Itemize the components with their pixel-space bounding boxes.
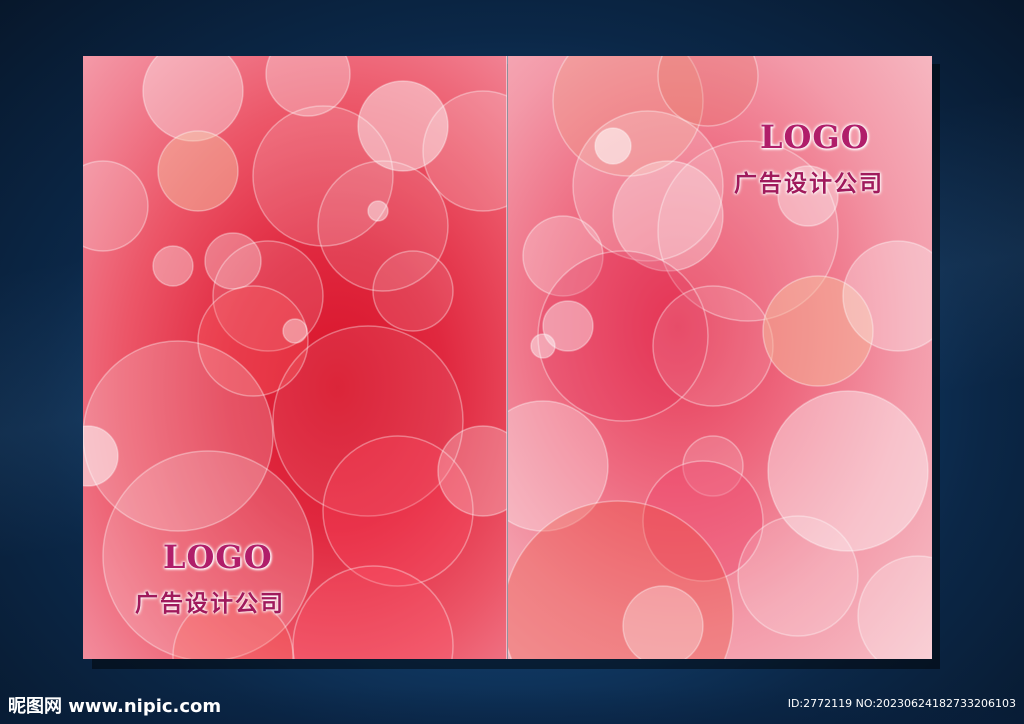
front-cover-logo: LOGO	[760, 118, 870, 156]
watermark-site-text: 昵图网 www.nipic.com	[8, 696, 222, 717]
cover-spine	[506, 56, 508, 659]
bokeh-circle	[594, 127, 632, 165]
bokeh-circle	[157, 130, 239, 212]
watermark-id-text: ID:2772119 NO:20230624182733206103	[787, 697, 1016, 710]
bokeh-circle	[372, 250, 454, 332]
bokeh-circle	[83, 160, 149, 252]
front-cover-company-name: 广告设计公司	[734, 170, 884, 197]
back-cover: LOGO 广告设计公司	[83, 56, 507, 659]
bokeh-circle	[530, 333, 556, 359]
bokeh-circle	[282, 318, 308, 344]
bokeh-circle	[857, 555, 932, 659]
bokeh-circle	[152, 245, 194, 287]
back-cover-logo: LOGO	[163, 538, 273, 576]
bokeh-circle	[652, 285, 774, 407]
back-cover-company-name: 广告设计公司	[135, 590, 285, 617]
bokeh-circles-left	[83, 56, 507, 659]
bokeh-circle	[367, 200, 389, 222]
bokeh-circle	[142, 56, 244, 142]
front-cover: LOGO 广告设计公司	[508, 56, 932, 659]
bokeh-circle	[737, 515, 859, 637]
bokeh-circle	[622, 585, 704, 659]
